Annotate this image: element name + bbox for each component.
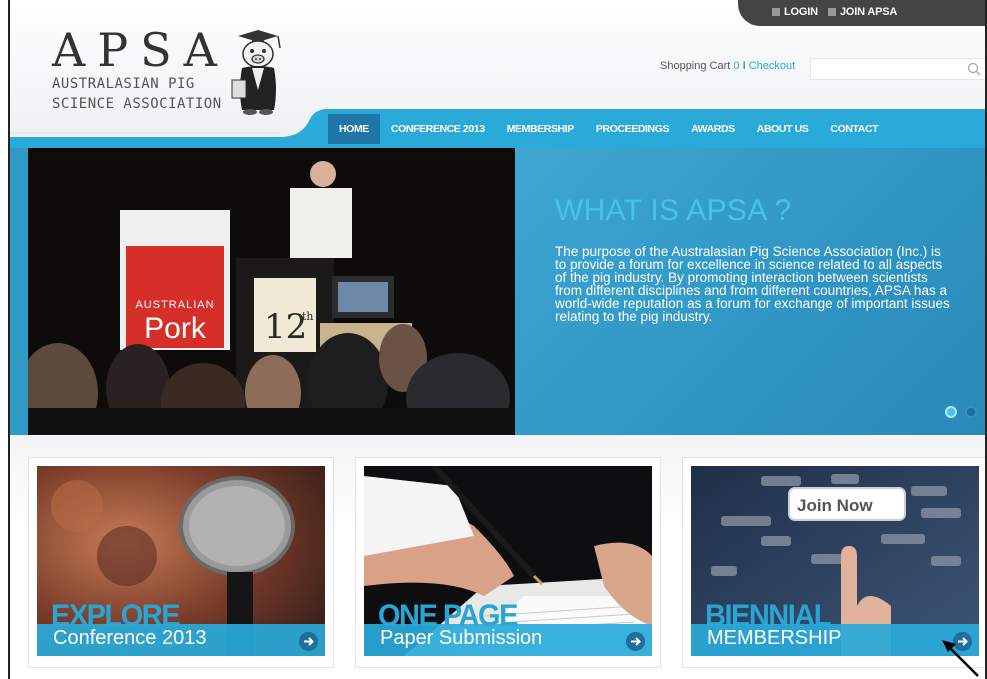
microphone-image: EXPLORE Conference 2013 [37,466,325,656]
shopping-cart: Shopping Cart 0 I Checkout [660,60,795,72]
nav-membership[interactable]: MEMBERSHIP [496,114,585,144]
register-icon [828,8,836,16]
hero-photo: AUSTRALIAN Pork 12 th [28,148,515,435]
user-icon [772,8,780,16]
page-frame: APSA AUSTRALASIAN PIG SCIENCE ASSOCIATIO… [8,0,987,679]
cart-separator: I [742,60,746,72]
logo-subtitle-line1: AUSTRALASIAN PIG [52,76,195,92]
hero-description: The purpose of the Australasian Pig Scie… [555,244,950,324]
feature-cards: EXPLORE Conference 2013 ONE PAGE Paper S… [10,435,985,679]
slide-dot-2[interactable] [965,406,977,418]
cart-label: Shopping Cart [660,60,731,72]
logo-subtitle: AUSTRALASIAN PIG SCIENCE ASSOCIATION [52,74,222,114]
join-now-image: Join Now BIENNIAL MEMBERSHIP [691,466,979,656]
login-link[interactable]: LOGIN [772,6,818,18]
logo-text[interactable]: APSA [52,27,229,73]
card-caption: Conference 2013 [53,627,207,649]
nav-items: HOME CONFERENCE 2013 MEMBERSHIP PROCEEDI… [328,109,889,148]
podium-number: 12 [264,307,307,347]
card-caption: MEMBERSHIP [707,627,842,649]
search-input[interactable] [810,58,985,80]
join-now-sign: Join Now [797,496,873,515]
nav-contact[interactable]: CONTACT [819,114,889,144]
cart-count-link[interactable]: 0 [733,60,739,72]
arrow-right-icon[interactable] [626,632,645,651]
podium-suffix: th [302,310,314,323]
checkout-link[interactable]: Checkout [749,60,795,72]
banner-word1: AUSTRALIAN [135,299,214,311]
hero-content: WHAT IS APSA ? The purpose of the Austra… [515,148,985,435]
login-label: LOGIN [784,6,818,18]
hero-title: WHAT IS APSA ? [555,194,792,227]
search-icon[interactable] [967,62,981,76]
slide-dot-1[interactable] [945,406,957,418]
card-explore-conference[interactable]: EXPLORE Conference 2013 [28,457,334,668]
pig-mascot-icon [231,30,281,115]
join-label: JOIN APSA [840,6,898,18]
arrow-right-icon[interactable] [299,632,318,651]
account-tab: LOGIN JOIN APSA [738,0,985,26]
banner-word2: Pork [144,312,207,345]
join-apsa-link[interactable]: JOIN APSA [828,6,897,18]
nav-awards[interactable]: AWARDS [680,114,746,144]
nav-conference[interactable]: CONFERENCE 2013 [380,114,496,144]
nav-about-us[interactable]: ABOUT US [746,114,820,144]
card-paper-submission[interactable]: ONE PAGE Paper Submission [355,457,661,668]
hero-slider: AUSTRALIAN Pork 12 th WHAT IS APSA ? The… [10,148,985,435]
nav-proceedings[interactable]: PROCEEDINGS [585,114,680,144]
conference-photo: AUSTRALIAN Pork 12 th [28,148,515,435]
main-nav: HOME CONFERENCE 2013 MEMBERSHIP PROCEEDI… [10,109,985,148]
nav-home[interactable]: HOME [328,113,380,144]
mouse-cursor-icon [942,640,979,677]
writing-image: ONE PAGE Paper Submission [364,466,652,656]
card-caption: Paper Submission [380,627,543,649]
